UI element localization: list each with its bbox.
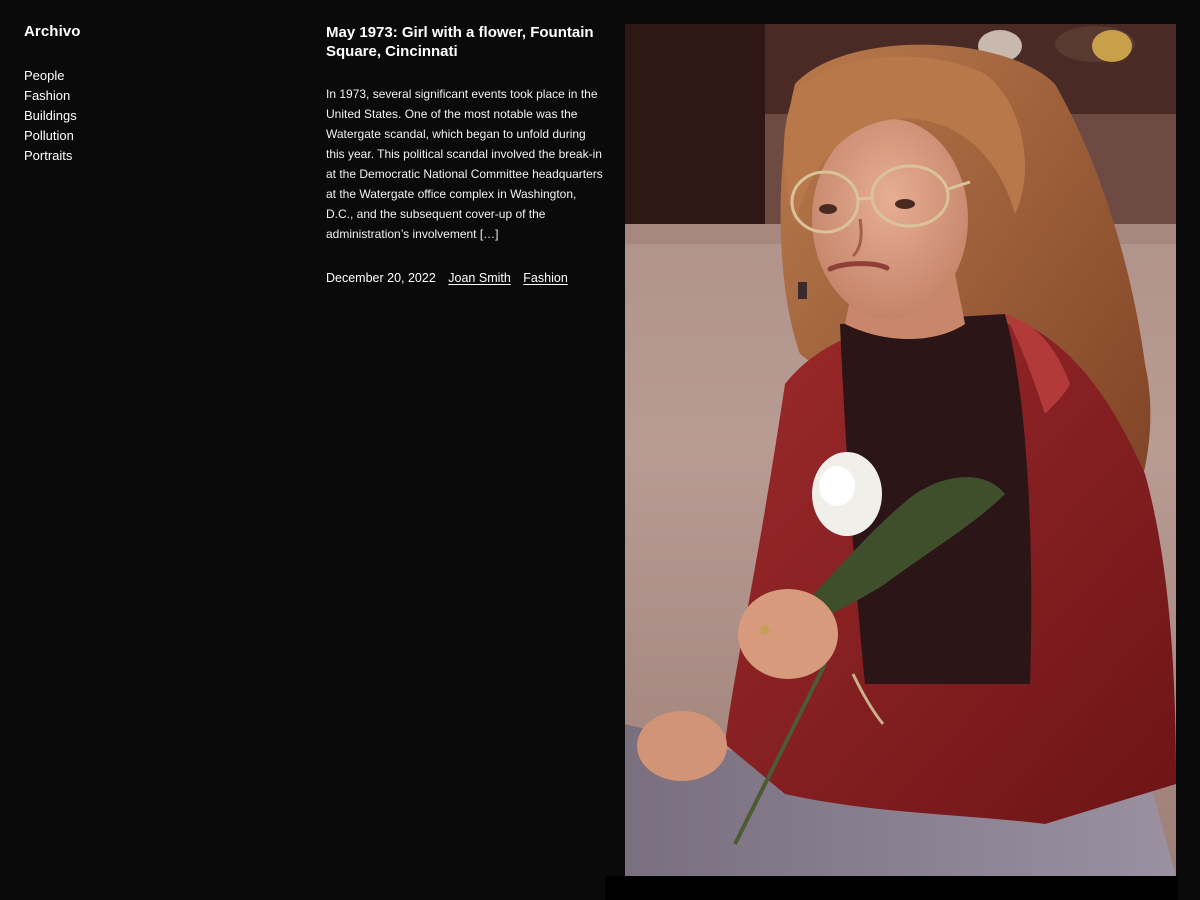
portrait-illustration (625, 24, 1176, 876)
category-nav: People Fashion Buildings Pollution Portr… (24, 66, 77, 166)
nav-item-fashion[interactable]: Fashion (24, 86, 77, 106)
post-date: December 20, 2022 (326, 271, 436, 285)
bottom-bar (605, 876, 1178, 900)
nav-item-people[interactable]: People (24, 66, 77, 86)
post-author-link[interactable]: Joan Smith (448, 271, 511, 285)
page: Archivo People Fashion Buildings Polluti… (0, 0, 1200, 900)
nav-item-pollution[interactable]: Pollution (24, 126, 77, 146)
post-featured-photo[interactable] (625, 24, 1176, 876)
site-title-link[interactable]: Archivo (24, 23, 81, 40)
nav-item-portraits[interactable]: Portraits (24, 146, 77, 166)
nav-item-buildings[interactable]: Buildings (24, 106, 77, 126)
post-article: May 1973: Girl with a flower, Fountain S… (326, 23, 606, 288)
post-excerpt: In 1973, several significant events took… (326, 87, 603, 241)
post-category-link[interactable]: Fashion (523, 271, 567, 285)
post-title[interactable]: May 1973: Girl with a flower, Fountain S… (326, 23, 606, 61)
post-meta: December 20, 2022 Joan Smith Fashion (326, 268, 606, 288)
